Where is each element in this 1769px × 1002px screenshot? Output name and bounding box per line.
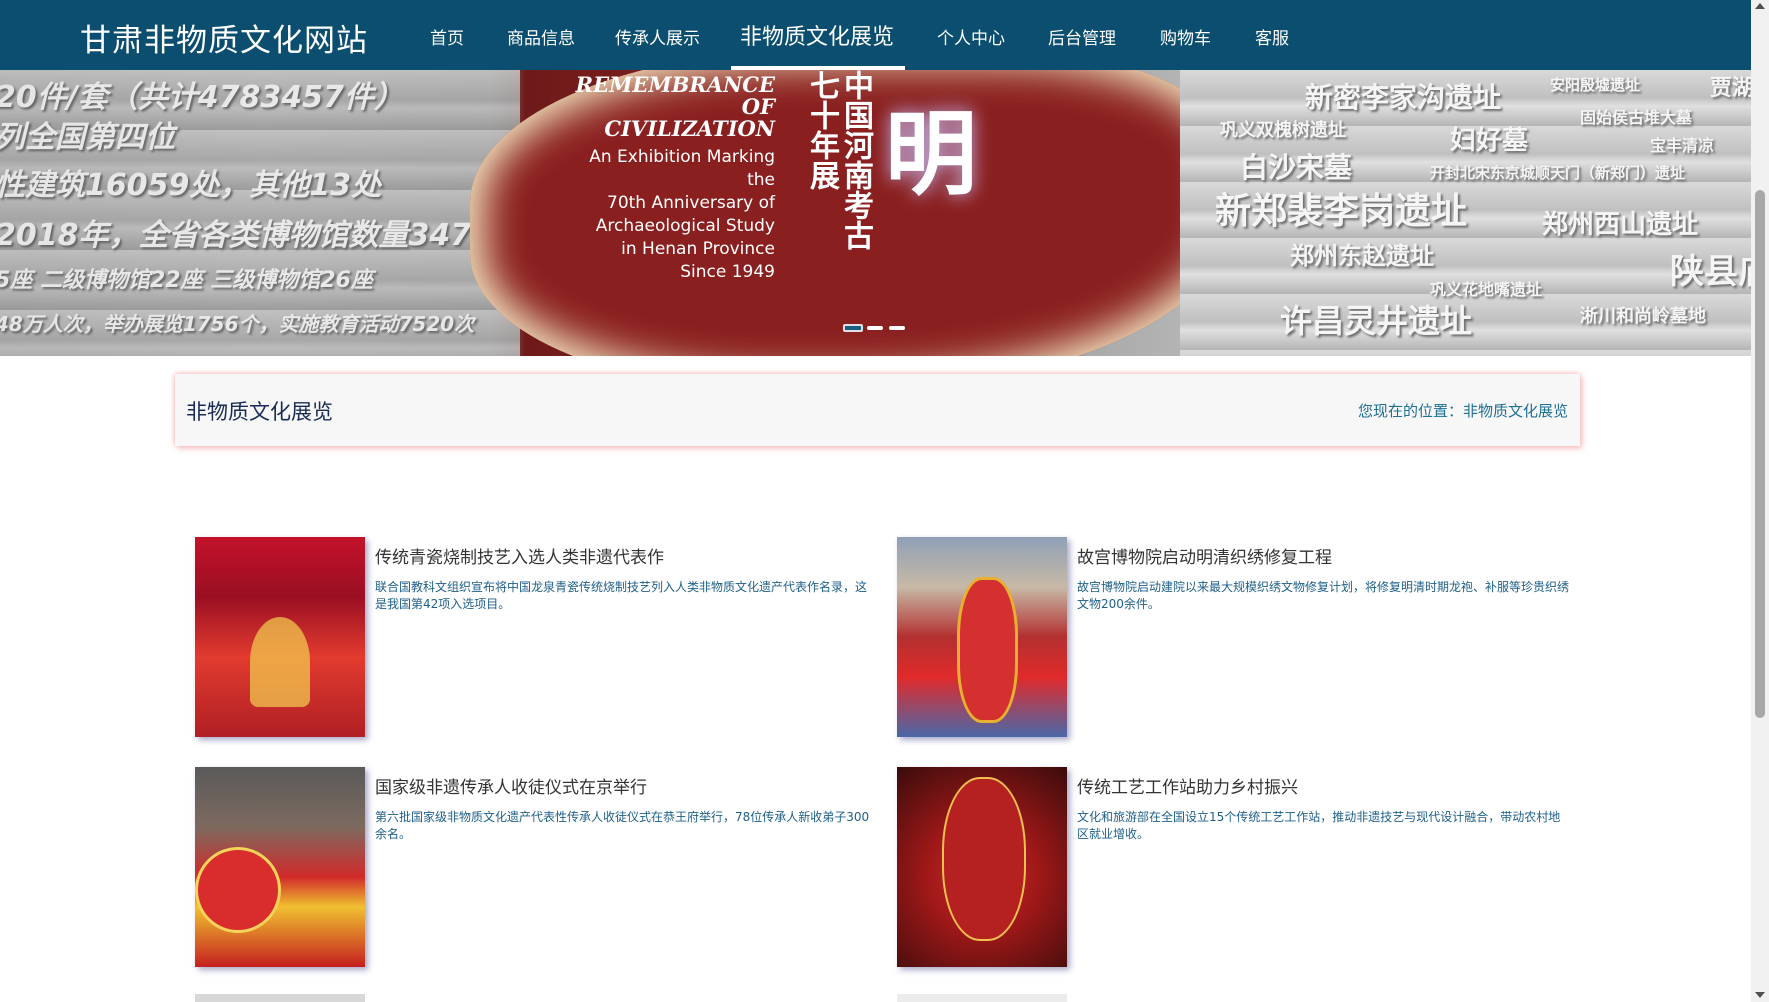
nav-item-products[interactable]: 商品信息 bbox=[507, 24, 575, 49]
banner-english-title: REMEMBRANCE OF CIVILIZATION An Exhibitio… bbox=[575, 74, 775, 284]
banner-wall-text: 性建筑16059处，其他13处 bbox=[0, 168, 382, 203]
banner-title-line: REMEMBRANCE bbox=[575, 72, 775, 97]
thumbnail-decoration bbox=[942, 777, 1026, 941]
banner-big-character: 明 bbox=[885, 101, 978, 208]
banner-wall-text: 固始侯古堆大墓 bbox=[1580, 108, 1693, 127]
banner-wall-text: 许昌灵井遗址 bbox=[1280, 302, 1473, 340]
scrollbar-thumb[interactable] bbox=[1755, 190, 1765, 718]
next-article-thumbnail-edge bbox=[897, 994, 1067, 1002]
location-panel: 非物质文化展览 您现在的位置：非物质文化展览 bbox=[175, 374, 1580, 446]
nav-item-cart[interactable]: 购物车 bbox=[1160, 24, 1211, 49]
page-title: 非物质文化展览 bbox=[186, 400, 333, 424]
banner-wall-text: 贾湖 bbox=[1710, 76, 1751, 101]
banner-chinese-title: 中国河南考古七十年展 bbox=[804, 70, 873, 250]
banner-wall-text: 安阳殷墟遗址 bbox=[1550, 76, 1641, 94]
banner-subtitle-line: in Henan Province bbox=[621, 239, 775, 259]
article-title[interactable]: 故宫博物院启动明清织绣修复工程 bbox=[1077, 543, 1332, 568]
banner-subtitle-line: An Exhibition Marking the bbox=[589, 147, 775, 190]
article-thumbnail[interactable] bbox=[897, 767, 1067, 967]
banner-wall-text: 5座 二级博物馆22座 三级博物馆26座 bbox=[0, 268, 373, 293]
nav-item-service[interactable]: 客服 bbox=[1255, 24, 1289, 49]
article-description: 故宫博物院启动建院以来最大规模织绣文物修复计划，将修复明清时期龙袍、补服等珍贵织… bbox=[1077, 580, 1570, 611]
thumbnail-decoration bbox=[957, 577, 1018, 723]
article-card[interactable]: 国家级非遗传承人收徒仪式在京举行 第六批国家级非物质文化遗产代表性传承人收徒仪式… bbox=[195, 767, 875, 972]
banner-wall-text: 2018年，全省各类博物馆数量347家 bbox=[0, 218, 502, 253]
banner-wall-text: 宝丰清凉 bbox=[1650, 136, 1715, 155]
site-title[interactable]: 甘肃非物质文化网站 bbox=[80, 15, 368, 60]
banner-right-wall: 新密李家沟遗址 巩义双槐树遗址 白沙宋墓 新郑裴李岗遗址 郑州东赵遗址 郑州西山… bbox=[1180, 70, 1751, 356]
banner-wall-text: 白沙宋墓 bbox=[1240, 151, 1353, 184]
banner-wall-text: 48万人次，举办展览1756个，实施教育活动7520次 bbox=[0, 312, 475, 336]
banner-left-wall: 20件/套（共计4783457件） 列全国第四位 性建筑16059处，其他13处… bbox=[0, 70, 520, 356]
hero-banner[interactable]: 20件/套（共计4783457件） 列全国第四位 性建筑16059处，其他13处… bbox=[0, 70, 1751, 356]
banner-wall-text: 新郑裴李岗遗址 bbox=[1215, 191, 1468, 232]
next-article-thumbnail-edge bbox=[195, 994, 365, 1002]
banner-wall-text: 20件/套（共计4783457件） bbox=[0, 80, 404, 115]
carousel-dot[interactable] bbox=[867, 326, 883, 330]
article-thumbnail[interactable] bbox=[195, 537, 365, 737]
banner-wall-text: 列全国第四位 bbox=[0, 120, 175, 155]
thumbnail-decoration bbox=[250, 617, 310, 707]
banner-wall-text: 巩义花地嘴遗址 bbox=[1430, 280, 1543, 299]
nav-item-user-center[interactable]: 个人中心 bbox=[937, 24, 1005, 49]
page-scrollbar[interactable] bbox=[1751, 0, 1769, 1002]
banner-wall-text: 淅川和尚岭墓地 bbox=[1580, 306, 1706, 327]
article-title[interactable]: 传统工艺工作站助力乡村振兴 bbox=[1077, 773, 1298, 798]
article-card[interactable]: 传统工艺工作站助力乡村振兴 文化和旅游部在全国设立15个传统工艺工作站，推动非遗… bbox=[897, 767, 1577, 972]
nav-item-home[interactable]: 首页 bbox=[430, 24, 464, 49]
breadcrumb[interactable]: 您现在的位置：非物质文化展览 bbox=[1358, 400, 1568, 421]
banner-wall-text: 新密李家沟遗址 bbox=[1305, 81, 1502, 114]
banner-wall-text: 巩义双槐树遗址 bbox=[1220, 120, 1346, 141]
article-thumbnail[interactable] bbox=[897, 537, 1067, 737]
article-thumbnail[interactable] bbox=[195, 767, 365, 967]
carousel-dot[interactable] bbox=[889, 326, 905, 330]
banner-subtitle-line: 70th Anniversary of bbox=[607, 193, 775, 213]
thumbnail-decoration bbox=[195, 847, 281, 933]
article-description: 第六批国家级非物质文化遗产代表性传承人收徒仪式在恭王府举行，78位传承人新收弟子… bbox=[375, 810, 870, 841]
article-card[interactable]: 故宫博物院启动明清织绣修复工程 故宫博物院启动建院以来最大规模织绣文物修复计划，… bbox=[897, 537, 1577, 742]
banner-wall-text: 开封北宋东京城顺天门（新郑门）遗址 bbox=[1430, 164, 1686, 182]
banner-wall-text: 陕县庙 bbox=[1670, 252, 1751, 292]
banner-title-line: OF CIVILIZATION bbox=[604, 94, 775, 141]
banner-subtitle-line: Since 1949 bbox=[680, 262, 775, 282]
article-description: 联合国教科文组织宣布将中国龙泉青瓷传统烧制技艺列入人类非物质文化遗产代表作名录，… bbox=[375, 580, 868, 611]
banner-subtitle-line: Archaeological Study bbox=[595, 216, 775, 236]
article-card[interactable]: 传统青瓷烧制技艺入选人类非遗代表作 联合国教科文组织宣布将中国龙泉青瓷传统烧制技… bbox=[195, 537, 875, 742]
banner-wall-text: 郑州东赵遗址 bbox=[1290, 242, 1434, 270]
article-description: 文化和旅游部在全国设立15个传统工艺工作站，推动非遗技艺与现代设计融合，带动农村… bbox=[1077, 810, 1561, 841]
nav-item-admin[interactable]: 后台管理 bbox=[1048, 24, 1116, 49]
banner-wall-text: 郑州西山遗址 bbox=[1542, 210, 1699, 240]
carousel-dot[interactable] bbox=[843, 324, 863, 332]
scroll-up-arrow-icon[interactable] bbox=[1755, 3, 1765, 9]
nav-item-inheritors[interactable]: 传承人展示 bbox=[615, 24, 700, 49]
article-title[interactable]: 传统青瓷烧制技艺入选人类非遗代表作 bbox=[375, 543, 664, 568]
article-title[interactable]: 国家级非遗传承人收徒仪式在京举行 bbox=[375, 773, 647, 798]
nav-item-exhibition[interactable]: 非物质文化展览 bbox=[740, 19, 894, 51]
top-navbar: 甘肃非物质文化网站 首页 商品信息 传承人展示 非物质文化展览 个人中心 后台管… bbox=[0, 0, 1751, 70]
banner-wall-text: 妇好墓 bbox=[1450, 126, 1529, 156]
scroll-down-arrow-icon[interactable] bbox=[1755, 992, 1765, 998]
